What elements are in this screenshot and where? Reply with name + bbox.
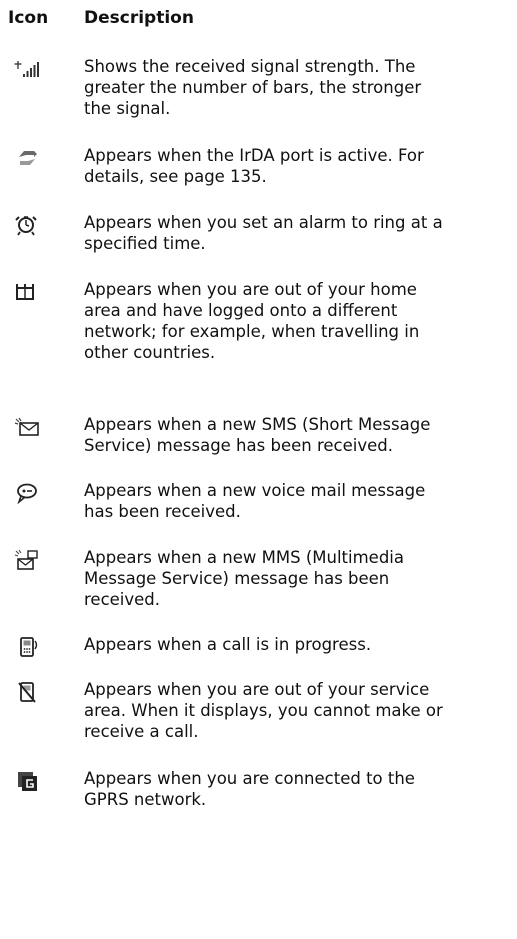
- header-description-label: Description: [84, 8, 194, 28]
- alarm-clock-icon: [14, 213, 42, 237]
- row-description: Appears when you are connected to the GP…: [84, 769, 415, 809]
- row-description: Appears when a new voice mail message ha…: [84, 481, 426, 521]
- row-description: Appears when you are out of your home ar…: [84, 280, 420, 362]
- row-description: Appears when the IrDA port is active. Fo…: [84, 146, 424, 186]
- gprs-icon: [14, 769, 42, 793]
- call-in-progress-icon: [14, 635, 42, 659]
- roaming-icon: [14, 280, 42, 304]
- row-description: Appears when a new MMS (Multimedia Messa…: [84, 548, 404, 609]
- row-description: Appears when you are out of your service…: [84, 680, 443, 741]
- header-icon-label: Icon: [8, 8, 49, 28]
- voice-mail-icon: [14, 481, 42, 505]
- table-header: Icon Description: [8, 8, 508, 30]
- irda-icon: [14, 146, 42, 170]
- signal-strength-icon: [14, 57, 42, 81]
- row-description: Appears when a new SMS (Short Message Se…: [84, 415, 431, 455]
- row-description: Shows the received signal strength. The …: [84, 57, 422, 118]
- row-description: Appears when you set an alarm to ring at…: [84, 213, 443, 253]
- mms-icon: [14, 548, 42, 572]
- icon-description-page: Icon Description Shows the received sign…: [0, 0, 517, 939]
- sms-envelope-icon: [14, 415, 42, 439]
- row-description: Appears when a call is in progress.: [84, 635, 372, 654]
- no-service-icon: [14, 680, 42, 704]
